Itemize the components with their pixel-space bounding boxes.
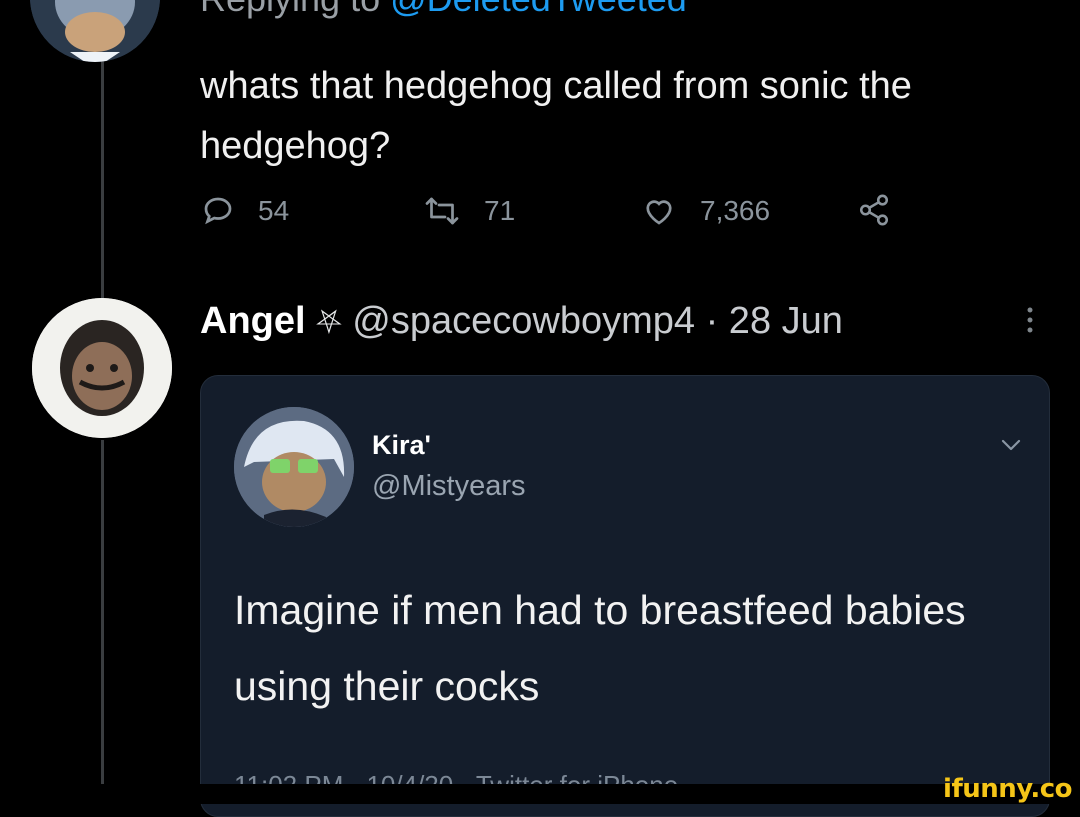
share-button[interactable] — [857, 193, 891, 227]
like-button[interactable]: 7,366 — [640, 193, 770, 229]
replying-to: Replying to @DeletedTweeted — [200, 0, 687, 20]
replying-handle-link[interactable]: @DeletedTweeted — [390, 0, 687, 19]
retweet-icon — [422, 193, 462, 229]
retweet-button[interactable]: 71 — [422, 193, 515, 229]
replying-prefix: Replying to — [200, 0, 390, 19]
comment-count: 54 — [258, 195, 290, 226]
avatar[interactable] — [30, 0, 160, 62]
heart-icon — [640, 193, 678, 229]
thread-line-lower — [101, 440, 104, 804]
reply-button[interactable]: 54 — [200, 193, 289, 229]
retweet-count: 71 — [484, 195, 516, 226]
author-meta: @spacecowboymp4 · 28 Jun — [352, 300, 843, 342]
share-icon — [857, 193, 891, 227]
like-count: 7,366 — [700, 195, 771, 226]
quoted-text: Imagine if men had to breastfeed babies … — [234, 587, 966, 709]
tweet-text: whats that hedgehog called from sonic th… — [200, 65, 912, 167]
quoted-name: Kira' — [372, 430, 431, 460]
more-dots-icon[interactable] — [1022, 300, 1038, 340]
thread-line — [101, 60, 104, 300]
author-emblem: ⛧ — [316, 303, 342, 341]
chevron-down-icon[interactable] — [1000, 437, 1022, 458]
quoted-handle: @Mistyears — [372, 470, 526, 502]
watermark-bar: ifunny.co — [0, 774, 1080, 804]
watermark-logo: ifunny.co — [943, 774, 1072, 804]
comment-icon — [200, 193, 236, 229]
author-avatar[interactable] — [32, 298, 172, 438]
author-line: Angel ⛧ @spacecowboymp4 · 28 Jun — [200, 300, 843, 343]
author-name[interactable]: Angel — [200, 300, 306, 342]
quoted-avatar[interactable] — [234, 407, 354, 527]
